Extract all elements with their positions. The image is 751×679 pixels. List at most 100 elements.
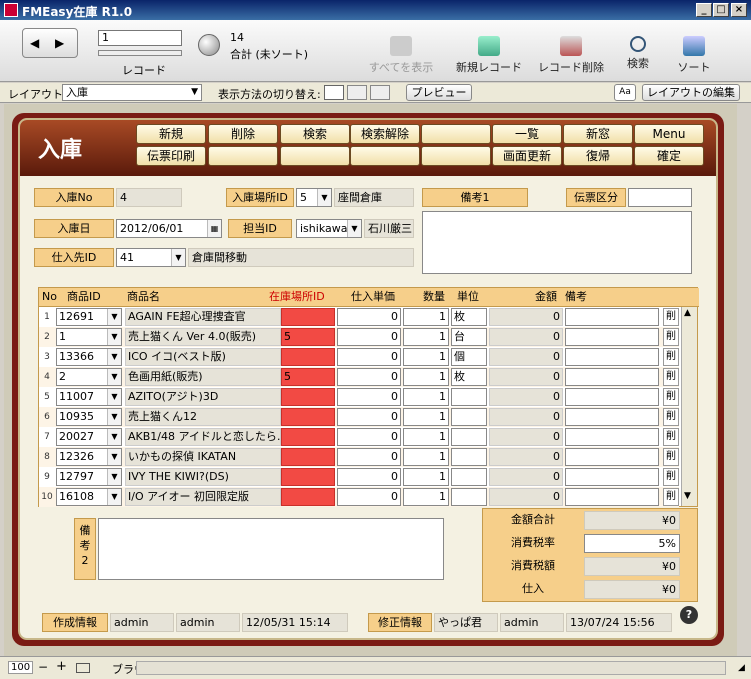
note-cell[interactable] — [565, 488, 659, 506]
chevron-down-icon[interactable]: ▼ — [107, 449, 121, 465]
chevron-down-icon[interactable]: ▼ — [107, 469, 121, 485]
header-button-blank[interactable] — [421, 146, 491, 166]
edit-layout-button[interactable]: レイアウトの編集 — [642, 84, 740, 101]
delete-row-button[interactable]: 削 — [663, 348, 679, 366]
receipt-date-field[interactable]: 2012/06/01 ▦ — [116, 219, 222, 238]
location-id-cell[interactable] — [281, 388, 335, 406]
location-id-cell[interactable]: 5 — [281, 328, 335, 346]
unit-cell[interactable] — [451, 428, 487, 446]
form-view-icon[interactable] — [324, 85, 344, 100]
product-id-cell[interactable]: 13366 ▼ — [56, 348, 122, 366]
supplier-id-field[interactable]: 41 ▼ — [116, 248, 186, 267]
location-id-cell[interactable] — [281, 488, 335, 506]
qty-cell[interactable]: 1 — [403, 328, 449, 346]
note2-field[interactable] — [98, 518, 444, 580]
new-record-button[interactable]: 新規レコード — [448, 36, 530, 75]
list-view-icon[interactable] — [347, 85, 367, 100]
chevron-down-icon[interactable]: ▼ — [171, 249, 185, 266]
price-cell[interactable]: 0 — [337, 448, 401, 466]
chevron-down-icon[interactable]: ▼ — [107, 389, 121, 405]
location-id-cell[interactable] — [281, 408, 335, 426]
header-button-delete[interactable]: 削除 — [208, 124, 278, 144]
header-button-list[interactable]: 一覧 — [492, 124, 562, 144]
chevron-down-icon[interactable]: ▼ — [107, 349, 121, 365]
location-id-cell[interactable] — [281, 448, 335, 466]
product-id-cell[interactable]: 11007 ▼ — [56, 388, 122, 406]
price-cell[interactable]: 0 — [337, 388, 401, 406]
note-cell[interactable] — [565, 408, 659, 426]
note1-field[interactable] — [422, 211, 692, 274]
qty-cell[interactable]: 1 — [403, 408, 449, 426]
minimize-button[interactable]: _ — [696, 3, 712, 17]
table-scrollbar[interactable]: ▲ ▼ — [681, 307, 697, 506]
delete-row-button[interactable]: 削 — [663, 328, 679, 346]
note-cell[interactable] — [565, 468, 659, 486]
zoom-in-icon[interactable]: + — [56, 659, 67, 674]
chevron-down-icon[interactable]: ▼ — [107, 489, 121, 505]
help-icon[interactable]: ? — [680, 606, 698, 624]
chevron-down-icon[interactable]: ▼ — [317, 189, 331, 206]
product-id-cell[interactable]: 2 ▼ — [56, 368, 122, 386]
toolbar-toggle-icon[interactable] — [76, 663, 90, 673]
zoom-out-icon[interactable]: − — [38, 660, 48, 674]
delete-row-button[interactable]: 削 — [663, 428, 679, 446]
unit-cell[interactable] — [451, 488, 487, 506]
qty-cell[interactable]: 1 — [403, 348, 449, 366]
location-id-cell[interactable] — [281, 348, 335, 366]
product-id-cell[interactable]: 16108 ▼ — [56, 488, 122, 506]
note-cell[interactable] — [565, 388, 659, 406]
product-id-cell[interactable]: 12326 ▼ — [56, 448, 122, 466]
chevron-down-icon[interactable]: ▼ — [107, 429, 121, 445]
price-cell[interactable]: 0 — [337, 368, 401, 386]
header-button-refresh[interactable]: 画面更新 — [492, 146, 562, 166]
header-button-blank[interactable] — [208, 146, 278, 166]
qty-cell[interactable]: 1 — [403, 448, 449, 466]
chevron-down-icon[interactable]: ▼ — [107, 329, 121, 345]
qty-cell[interactable]: 1 — [403, 388, 449, 406]
scroll-down-icon[interactable]: ▼ — [684, 491, 691, 501]
delete-row-button[interactable]: 削 — [663, 408, 679, 426]
preview-button[interactable]: プレビュー — [406, 84, 472, 101]
header-button-new-window[interactable]: 新窓 — [563, 124, 633, 144]
delete-row-button[interactable]: 削 — [663, 488, 679, 506]
delete-row-button[interactable]: 削 — [663, 368, 679, 386]
slip-type-field[interactable] — [628, 188, 692, 207]
location-id-cell[interactable] — [281, 308, 335, 326]
delete-row-button[interactable]: 削 — [663, 308, 679, 326]
staff-id-field[interactable]: ishikawa ▼ — [296, 219, 362, 238]
layout-select[interactable]: 入庫 ▼ — [62, 84, 202, 101]
record-nav-book-icon[interactable]: ◀ ▶ — [22, 28, 78, 58]
unit-cell[interactable]: 個 — [451, 348, 487, 366]
calendar-icon[interactable]: ▦ — [207, 220, 221, 237]
location-id-cell[interactable] — [281, 428, 335, 446]
price-cell[interactable]: 0 — [337, 488, 401, 506]
chevron-down-icon[interactable]: ▼ — [347, 220, 361, 237]
qty-cell[interactable]: 1 — [403, 368, 449, 386]
scroll-up-icon[interactable]: ▲ — [684, 308, 691, 318]
sort-button[interactable]: ソート — [672, 36, 716, 75]
record-number-input[interactable]: 1 — [98, 30, 182, 46]
header-button-blank[interactable] — [280, 146, 350, 166]
unit-cell[interactable] — [451, 448, 487, 466]
qty-cell[interactable]: 1 — [403, 488, 449, 506]
close-button[interactable]: × — [731, 3, 747, 17]
price-cell[interactable]: 0 — [337, 348, 401, 366]
location-id-field[interactable]: 5 ▼ — [296, 188, 332, 207]
qty-cell[interactable]: 1 — [403, 428, 449, 446]
resize-grip-icon[interactable]: ◢ — [738, 663, 745, 673]
delete-row-button[interactable]: 削 — [663, 468, 679, 486]
chevron-down-icon[interactable]: ▼ — [107, 409, 121, 425]
location-id-cell[interactable]: 5 — [281, 368, 335, 386]
header-button-blank[interactable] — [350, 146, 420, 166]
product-id-cell[interactable]: 12691 ▼ — [56, 308, 122, 326]
unit-cell[interactable]: 枚 — [451, 308, 487, 326]
note-cell[interactable] — [565, 428, 659, 446]
header-button-revert[interactable]: 復帰 — [563, 146, 633, 166]
zoom-level[interactable]: 100 — [8, 661, 34, 674]
delete-row-button[interactable]: 削 — [663, 388, 679, 406]
price-cell[interactable]: 0 — [337, 308, 401, 326]
unit-cell[interactable] — [451, 388, 487, 406]
show-all-button[interactable]: すべてを表示 — [362, 36, 440, 75]
record-slider[interactable] — [98, 50, 182, 56]
note-cell[interactable] — [565, 368, 659, 386]
